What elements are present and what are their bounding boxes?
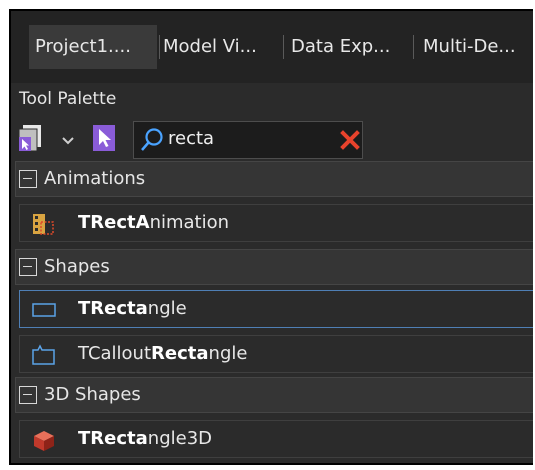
tab-bar: Project1.... Model Vi... Data Exp... Mul… xyxy=(11,11,533,83)
palette-item-trectangle[interactable]: TRectangle xyxy=(19,290,533,328)
palette-item-tcalloutrectangle[interactable]: TCalloutRectangle xyxy=(19,335,533,373)
category-label: 3D Shapes xyxy=(44,384,141,405)
item-label: TRectangle xyxy=(78,298,187,319)
tab-data-explorer[interactable]: Data Exp... xyxy=(285,25,411,69)
category-animations[interactable]: Animations xyxy=(15,161,533,197)
item-label: TRectAnimation xyxy=(78,212,230,233)
palette-title: Tool Palette xyxy=(19,89,117,109)
palette-menu-icon[interactable] xyxy=(17,123,51,159)
palette-item-trectanimation[interactable]: TRectAnimation xyxy=(19,204,533,242)
tab-separator xyxy=(413,35,414,59)
pointer-icon[interactable] xyxy=(93,125,115,155)
category-label: Shapes xyxy=(44,256,110,277)
search-value: recta xyxy=(168,128,215,149)
animation-icon xyxy=(32,213,56,241)
tab-multi-device[interactable]: Multi-De... xyxy=(417,25,533,69)
chevron-down-icon[interactable] xyxy=(61,131,75,150)
category-label: Animations xyxy=(44,168,146,189)
clear-icon[interactable] xyxy=(340,130,360,154)
tool-palette-window: Project1.... Model Vi... Data Exp... Mul… xyxy=(9,9,533,465)
category-3d-shapes[interactable]: 3D Shapes xyxy=(15,377,533,413)
collapse-icon[interactable] xyxy=(19,170,37,188)
item-label: TRectangle3D xyxy=(78,428,213,449)
item-label: TCalloutRectangle xyxy=(78,343,248,364)
rectangle-icon xyxy=(32,301,58,323)
palette-item-trectangle3d[interactable]: TRectangle3D xyxy=(19,420,533,458)
tab-model-view[interactable]: Model Vi... xyxy=(157,25,281,69)
collapse-icon[interactable] xyxy=(19,258,37,276)
tab-project1[interactable]: Project1.... xyxy=(29,25,157,69)
search-input[interactable]: recta xyxy=(133,121,363,159)
callout-icon xyxy=(32,344,58,370)
tab-separator xyxy=(283,35,284,59)
collapse-icon[interactable] xyxy=(19,386,37,404)
category-shapes[interactable]: Shapes xyxy=(15,249,533,285)
cube-3d-icon xyxy=(32,429,56,457)
search-icon xyxy=(140,127,164,157)
